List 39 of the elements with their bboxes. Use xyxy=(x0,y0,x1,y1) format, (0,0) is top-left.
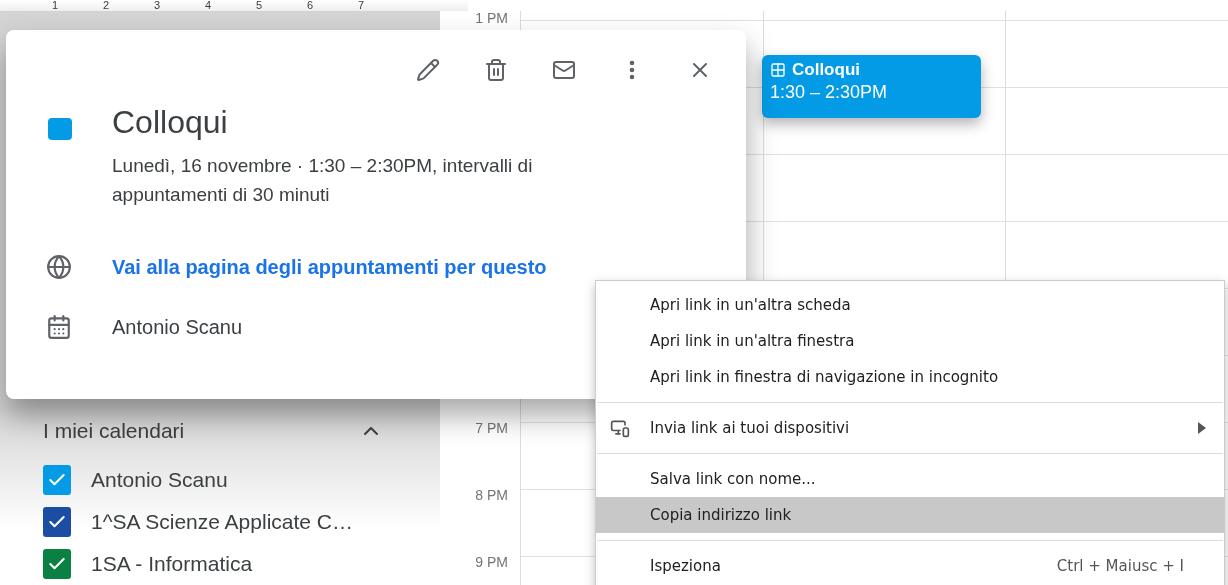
devices-icon xyxy=(610,418,630,438)
menu-item[interactable]: Salva link con nome... xyxy=(596,461,1224,497)
event-title: Colloqui xyxy=(112,104,229,141)
checkbox[interactable] xyxy=(43,507,71,537)
calendar-color-square xyxy=(48,118,72,140)
menu-item[interactable]: Copia indirizzo link xyxy=(596,497,1224,533)
globe-icon xyxy=(46,254,72,280)
more-icon xyxy=(629,60,635,80)
time-label: 1 PM xyxy=(475,10,508,26)
calendar-icon xyxy=(46,314,72,340)
event-time: Lunedì, 16 novembre · 1:30 – 2:30PM, intervalli di appuntamenti di 30 minuti xyxy=(112,154,534,207)
menu-item[interactable]: Apri link in finestra di navigazione in incognito xyxy=(596,359,1224,395)
time-label: 8 PM xyxy=(475,487,508,504)
section-heading: I miei calendari xyxy=(43,419,185,443)
menu-item[interactable]: Invia link ai tuoi dispositivi xyxy=(596,410,1224,446)
menu-item[interactable]: Apri link in un'altra scheda xyxy=(596,287,1224,323)
delete-icon xyxy=(484,58,508,82)
day-number[interactable]: 3 xyxy=(150,0,164,11)
mail-icon xyxy=(552,58,576,82)
menu-item[interactable]: Apri link in un'altra finestra xyxy=(596,323,1224,359)
time-label: 7 PM xyxy=(475,420,508,437)
day-number[interactable]: 6 xyxy=(303,0,317,11)
booking-link[interactable]: Vai alla pagina degli appuntamenti per questo xyxy=(112,255,547,279)
day-number[interactable]: 5 xyxy=(252,0,266,11)
calendar-owner: Antonio Scanu xyxy=(112,315,243,339)
day-number[interactable]: 1 xyxy=(48,0,62,11)
grid-icon xyxy=(770,62,786,78)
day-number[interactable]: 7 xyxy=(354,0,368,11)
shortcut-text: Ctrl + Maiusc + I xyxy=(1056,557,1184,575)
checkbox[interactable] xyxy=(43,465,71,495)
calendar-name: 1^SA Scienze Applicate C… xyxy=(91,510,353,534)
time-label: 9 PM xyxy=(475,554,508,571)
edit-icon xyxy=(416,58,440,82)
checkbox[interactable] xyxy=(43,549,71,579)
calendar-name: 1SA - Informatica xyxy=(91,552,253,576)
day-number[interactable]: 4 xyxy=(201,0,215,11)
day-number[interactable]: 2 xyxy=(99,0,113,11)
calendar-name: Antonio Scanu xyxy=(91,468,228,492)
menu-item[interactable]: Ispeziona Ctrl + Maiusc + I xyxy=(596,548,1224,584)
